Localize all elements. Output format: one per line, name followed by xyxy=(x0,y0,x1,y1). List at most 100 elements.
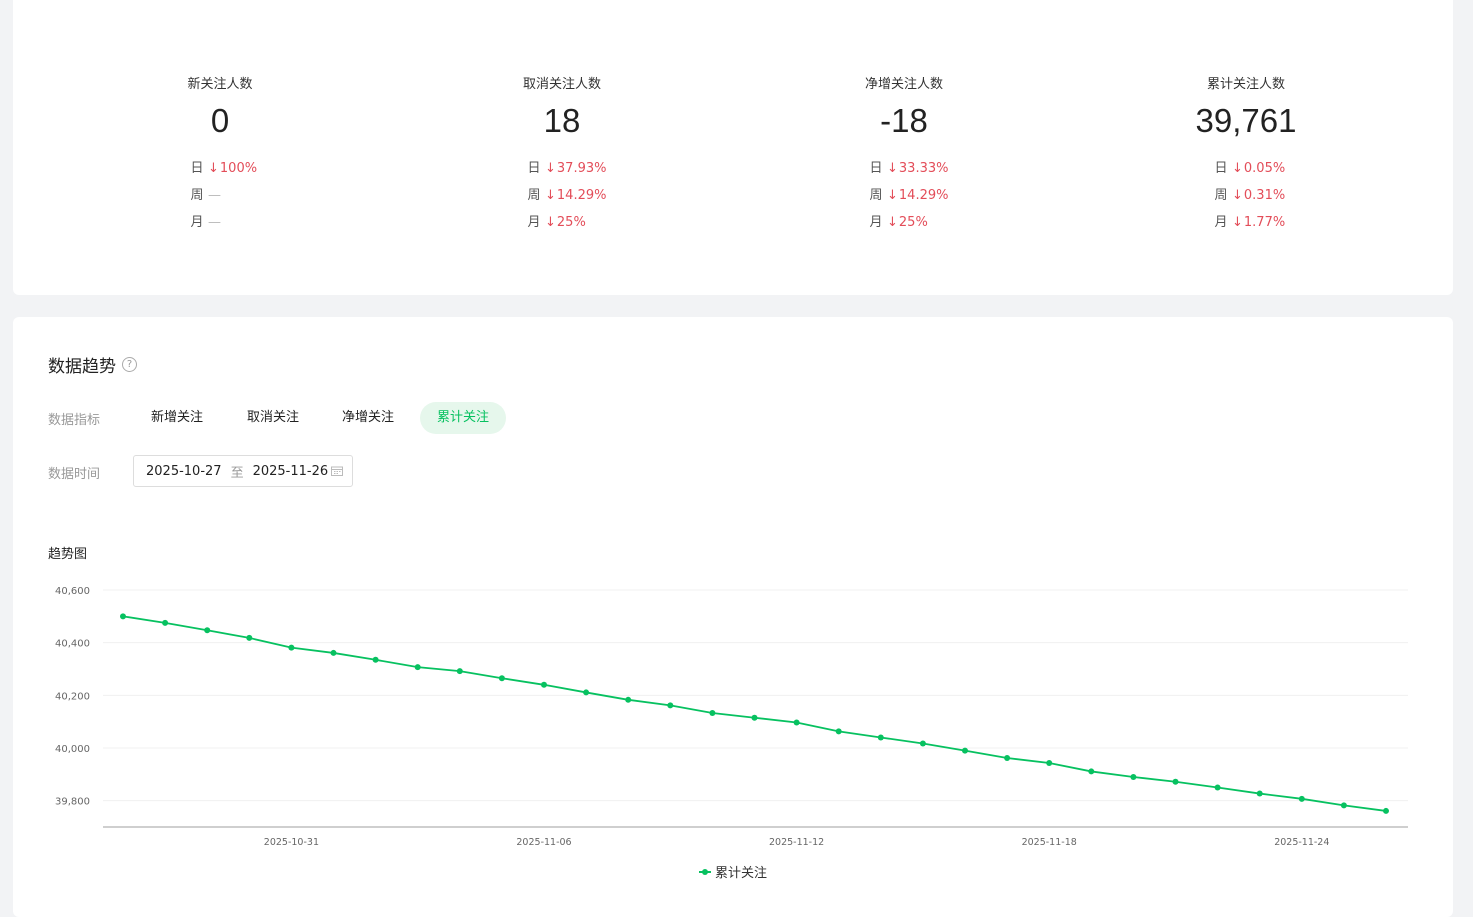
stat-change-day: 日 ↓0.05% xyxy=(1210,161,1285,177)
stat-change-day: 日 ↓100% xyxy=(186,161,257,177)
chart-legend[interactable]: 累计关注 xyxy=(699,862,767,881)
period-label: 周 xyxy=(190,188,204,203)
data-point xyxy=(456,668,463,675)
change-value: 14.29% xyxy=(898,188,949,203)
stat-change-month: 月 ↓1.77% xyxy=(1210,215,1285,231)
stat-title: 取消关注人数 xyxy=(522,77,601,92)
stat-title: 累计关注人数 xyxy=(1206,77,1285,92)
change-value: 37.93% xyxy=(556,161,607,176)
arrow-down-icon: ↓ xyxy=(1232,161,1243,176)
stat-unfollowers: 取消关注人数 18 日 ↓37.93% 周 ↓14.29% 月 ↓25% xyxy=(462,77,662,230)
legend-swatch xyxy=(699,867,711,877)
period-label: 周 xyxy=(1214,188,1228,203)
change-value: 33.33% xyxy=(898,161,949,176)
change-value: — xyxy=(208,188,221,203)
stat-total-followers: 累计关注人数 39,761 日 ↓0.05% 周 ↓0.31% 月 ↓1.77% xyxy=(1146,77,1346,230)
period-label: 日 xyxy=(869,161,883,176)
y-tick-label: 40,000 xyxy=(55,744,90,755)
stat-change-week: 周 ↓0.31% xyxy=(1210,188,1285,204)
arrow-down-icon: ↓ xyxy=(545,188,556,203)
period-label: 月 xyxy=(1214,215,1228,230)
period-label: 月 xyxy=(869,215,883,230)
data-point xyxy=(877,734,884,741)
data-point xyxy=(583,689,590,696)
data-point xyxy=(1340,802,1347,809)
data-point xyxy=(1298,795,1305,802)
data-point xyxy=(162,619,169,626)
stat-change-month: 月 ↓25% xyxy=(523,215,586,231)
data-point xyxy=(1214,784,1221,791)
data-point xyxy=(288,644,295,651)
trend-line-chart: 39,800 40,000 40,200 40,400 40,600 2025-10-31… xyxy=(55,586,1408,848)
data-point xyxy=(204,627,211,634)
stats-card: 新关注人数 0 日 ↓100% 周 — 月 — 取消关注人数 18 日 ↓37.93% … xyxy=(13,0,1453,295)
data-point xyxy=(541,681,547,688)
trend-card: 数据趋势 ? 数据指标 新增关注 取消关注 净增关注 累计关注 数据时间 202… xyxy=(13,317,1453,917)
data-point xyxy=(793,719,800,726)
y-tick-label: 39,800 xyxy=(55,797,90,808)
data-point xyxy=(372,656,379,663)
period-label: 日 xyxy=(1214,161,1228,176)
data-point xyxy=(835,728,842,735)
arrow-down-icon: ↓ xyxy=(545,161,556,176)
period-label: 日 xyxy=(527,161,541,176)
stat-net-followers: 净增关注人数 -18 日 ↓33.33% 周 ↓14.29% 月 ↓25% xyxy=(804,77,1004,230)
y-tick-label: 40,400 xyxy=(55,639,90,650)
data-point xyxy=(1256,790,1263,797)
stat-change-week: 周 ↓14.29% xyxy=(865,188,948,204)
data-point xyxy=(1383,807,1389,814)
change-value: 25% xyxy=(898,215,928,230)
stat-new-followers: 新关注人数 0 日 ↓100% 周 — 月 — xyxy=(120,77,320,230)
change-value: — xyxy=(208,215,221,230)
data-point xyxy=(1088,768,1095,775)
change-value: 25% xyxy=(556,215,586,230)
stat-change-month: 月 ↓25% xyxy=(865,215,928,231)
legend-label: 累计关注 xyxy=(715,866,768,881)
period-label: 周 xyxy=(527,188,541,203)
data-point xyxy=(1004,755,1011,762)
x-tick-label: 2025-11-12 xyxy=(769,837,824,848)
stat-value: 18 xyxy=(543,102,581,139)
stat-title: 新关注人数 xyxy=(187,77,253,92)
y-tick-label: 40,600 xyxy=(55,586,90,597)
period-label: 日 xyxy=(190,161,204,176)
change-value: 0.31% xyxy=(1243,188,1286,203)
arrow-down-icon: ↓ xyxy=(1232,188,1243,203)
y-tick-label: 40,200 xyxy=(55,691,90,702)
data-point xyxy=(246,634,253,641)
stat-change-week: 周 ↓14.29% xyxy=(523,188,606,204)
x-tick-label: 2025-11-06 xyxy=(516,837,571,848)
stat-change-week: 周 — xyxy=(186,188,221,204)
change-value: 14.29% xyxy=(556,188,607,203)
arrow-down-icon: ↓ xyxy=(887,215,898,230)
data-point xyxy=(1130,773,1137,780)
period-label: 月 xyxy=(527,215,541,230)
change-value: 1.77% xyxy=(1243,215,1286,230)
stat-change-day: 日 ↓33.33% xyxy=(865,161,948,177)
data-point xyxy=(962,747,968,754)
change-value: 0.05% xyxy=(1243,161,1286,176)
x-tick-label: 2025-11-18 xyxy=(1022,837,1077,848)
period-label: 月 xyxy=(190,215,204,230)
arrow-down-icon: ↓ xyxy=(545,215,556,230)
stat-change-day: 日 ↓37.93% xyxy=(523,161,606,177)
data-point xyxy=(919,740,926,747)
data-point xyxy=(667,702,674,709)
data-point xyxy=(498,675,505,682)
stat-value: 0 xyxy=(210,102,230,139)
data-point xyxy=(751,714,758,721)
data-point xyxy=(709,709,716,716)
change-value: 100% xyxy=(219,161,258,176)
x-tick-label: 2025-10-31 xyxy=(264,837,319,848)
data-point xyxy=(1172,778,1179,785)
data-point xyxy=(1046,760,1053,767)
data-point xyxy=(414,664,421,671)
arrow-down-icon: ↓ xyxy=(208,161,219,176)
stat-value: -18 xyxy=(880,102,928,139)
data-point xyxy=(120,613,126,620)
data-point xyxy=(625,696,632,703)
arrow-down-icon: ↓ xyxy=(887,188,898,203)
stat-title: 净增关注人数 xyxy=(864,77,943,92)
period-label: 周 xyxy=(869,188,883,203)
x-tick-label: 2025-11-24 xyxy=(1274,837,1329,848)
